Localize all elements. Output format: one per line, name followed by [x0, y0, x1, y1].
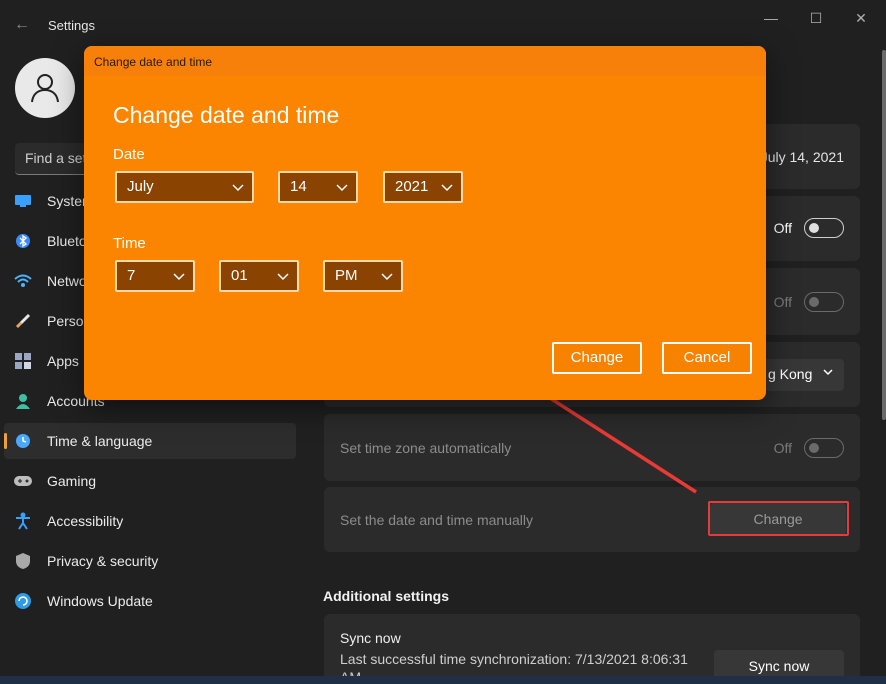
timezone-select[interactable]: g Kong [764, 359, 844, 391]
person-icon [14, 392, 32, 410]
wifi-icon [14, 272, 32, 290]
sidebar-item-label: Windows Update [47, 593, 153, 609]
sidebar-item-label: Time & language [47, 433, 153, 449]
year-select[interactable]: 2021 [383, 171, 463, 203]
minimize-button[interactable]: — [760, 8, 782, 28]
chevron-down-icon [232, 184, 244, 192]
title-bar: ← Settings — ☐ ✕ [0, 0, 886, 48]
dialog-change-button[interactable]: Change [552, 342, 642, 374]
globe-clock-icon [14, 432, 32, 450]
app-title: Settings [48, 18, 95, 33]
apps-icon [14, 352, 32, 370]
year-value: 2021 [395, 178, 429, 195]
gamepad-icon [14, 472, 32, 490]
toggle-state: Off [773, 440, 792, 456]
dialog-heading: Change date and time [113, 102, 340, 128]
accessibility-icon [14, 512, 32, 530]
person-icon [31, 74, 59, 103]
chevron-down-icon [381, 273, 393, 281]
timezone-value: g Kong [768, 366, 813, 382]
change-date-time-dialog: Change date and time Change date and tim… [84, 46, 766, 400]
month-select[interactable]: July [115, 171, 254, 203]
time-label: Time [113, 235, 146, 252]
sidebar-item-label: Persor [47, 313, 89, 329]
sidebar-item-label: Blueto [47, 233, 87, 249]
sidebar-item-windows-update[interactable]: Windows Update [4, 583, 296, 619]
sync-detail: Last successful time synchronization: 7/… [340, 651, 688, 667]
sidebar-item-label: Accessibility [47, 513, 124, 529]
day-select[interactable]: 14 [278, 171, 358, 203]
current-date: July 14, 2021 [760, 149, 844, 165]
timezone-auto-toggle[interactable] [804, 438, 844, 458]
sidebar-item-privacy[interactable]: Privacy & security [4, 543, 296, 579]
chevron-down-icon [173, 273, 185, 281]
sync-title: Sync now [340, 630, 401, 646]
minute-select[interactable]: 01 [219, 260, 299, 292]
close-button[interactable]: ✕ [850, 8, 872, 28]
sidebar-item-label: Syster [47, 193, 87, 209]
dialog-titlebar: Change date and time [84, 46, 766, 76]
ampm-value: PM [335, 267, 358, 284]
scrollbar[interactable] [882, 50, 886, 420]
maximize-button[interactable]: ☐ [805, 8, 827, 28]
brush-icon [14, 312, 32, 330]
back-arrow-icon[interactable]: ← [14, 16, 32, 34]
timezone-auto-label: Set time zone automatically [340, 440, 512, 456]
avatar[interactable] [15, 58, 75, 118]
sidebar-item-label: Netwo [47, 273, 87, 289]
sidebar-item-label: Gaming [47, 473, 97, 489]
sidebar-item-accessibility[interactable]: Accessibility [4, 503, 296, 539]
taskbar [0, 676, 886, 684]
hour-value: 7 [127, 267, 136, 284]
toggle-state: Off [773, 294, 792, 310]
chevron-down-icon [441, 184, 453, 192]
shield-icon [14, 552, 32, 570]
additional-settings-title: Additional settings [323, 588, 449, 604]
highlight-box [708, 501, 849, 536]
minute-value: 01 [231, 267, 248, 284]
dst-toggle[interactable] [804, 292, 844, 312]
hour-select[interactable]: 7 [115, 260, 195, 292]
sidebar-item-gaming[interactable]: Gaming [4, 463, 296, 499]
sidebar-item-label: Privacy & security [47, 553, 159, 569]
display-icon [14, 192, 32, 210]
sidebar-item-label: Apps [47, 353, 79, 369]
month-value: July [127, 178, 154, 195]
update-icon [14, 592, 32, 610]
sidebar-item-time-language[interactable]: Time & language [4, 423, 296, 459]
chevron-down-icon [336, 184, 348, 192]
toggle-state: Off [773, 220, 792, 236]
manual-date-label: Set the date and time manually [340, 512, 534, 528]
bluetooth-icon [14, 232, 32, 250]
sync-card: Sync now Last successful time synchroniz… [324, 614, 860, 684]
timezone-auto-card: Set time zone automatically Off [324, 414, 860, 481]
chevron-down-icon [822, 365, 834, 381]
dialog-cancel-button[interactable]: Cancel [662, 342, 752, 374]
date-label: Date [113, 146, 145, 163]
day-value: 14 [290, 178, 307, 195]
chevron-down-icon [277, 273, 289, 281]
ampm-select[interactable]: PM [323, 260, 403, 292]
set-time-auto-toggle[interactable] [804, 218, 844, 238]
